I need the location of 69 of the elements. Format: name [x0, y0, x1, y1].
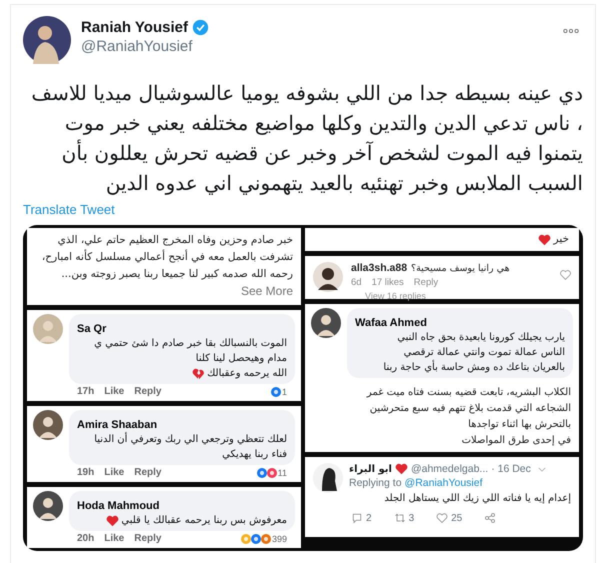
comment-time: 17h: [77, 386, 94, 397]
like-count: 25: [451, 512, 462, 524]
reply-count: 2: [366, 512, 372, 524]
reply-link[interactable]: Reply: [414, 277, 438, 288]
reaction-icon: [240, 534, 251, 544]
broken-heart-icon: [192, 368, 206, 380]
translate-link[interactable]: Translate Tweet: [23, 202, 115, 217]
reply-link[interactable]: Reply: [134, 533, 162, 544]
see-more-link[interactable]: See More: [240, 284, 293, 298]
like-link[interactable]: Like: [104, 467, 124, 478]
tweet-text: دي عينه بسيطه جدا من اللي بشوفه يوميا عالسوشيال ميديا للاسف ، ناس تدعي الدين والتدين وكلها مواضيع مختلفه يعني خبر موت يتمنوا فيه الموت لشخص آخر وخبر عن قضيه تحرش يعللون بأن السبب الملابس وخبر تهنئيه بالعيد يتهموني اني عدوه الدين: [30, 80, 583, 197]
heart-icon[interactable]: [560, 270, 571, 280]
heart-icon: [538, 234, 551, 246]
retweet-count: 3: [408, 512, 414, 524]
commenter-name[interactable]: Amira Shaaban: [77, 419, 158, 431]
article-text: الكلاب البشريه، تابعت قضيه بسنت فتاه ميت غمر الشجاعه التي قدمت بلاغ تتهم فيه سبع متحرشين بالتحرش بها اثناء تواجدها في إحدى طرق المواصلات: [366, 386, 571, 448]
reply-handle[interactable]: @ahmedelgab...: [410, 463, 488, 475]
reply-icon[interactable]: [351, 512, 363, 524]
commenter-name[interactable]: Sa Qr: [77, 323, 106, 335]
avatar[interactable]: [33, 410, 63, 440]
retweet-icon[interactable]: [394, 512, 406, 524]
more-icon[interactable]: [563, 28, 579, 34]
reaction-icon: [266, 468, 277, 478]
like-link[interactable]: Like: [104, 386, 124, 397]
reaction-count: 1: [282, 386, 287, 396]
comment-time: 19h: [77, 467, 94, 478]
comment-time: 6d: [351, 277, 362, 288]
like-icon[interactable]: [436, 512, 448, 524]
heart-icon: [106, 514, 120, 526]
replying-label: Replying to: [349, 477, 402, 489]
view-replies-link[interactable]: View 16 replies: [365, 291, 552, 299]
comment-text: لعلك تتعظي وترجعي الي ربك وتعرفي أن الدنيا: [94, 432, 287, 447]
comment-text: الناس عمالة تموت وانتي عمالة ترقصي: [404, 346, 565, 360]
reaction-count: 399: [272, 534, 287, 544]
reply-text: إعدام إيه يا فناته اللي زيك اللي يستاهل الجلد: [383, 493, 571, 504]
reply-date: · 16 Dec: [491, 463, 531, 475]
commenter-name[interactable]: Wafaa Ahmed: [355, 317, 427, 329]
avatar[interactable]: [313, 463, 343, 493]
avatar[interactable]: [33, 491, 63, 521]
like-link[interactable]: Like: [104, 533, 124, 544]
comment-time: 20h: [77, 533, 94, 544]
comment-text: هي رانيا يوسف مسيحية؟: [411, 262, 510, 274]
avatar[interactable]: [313, 262, 343, 292]
reply-link[interactable]: Reply: [134, 386, 162, 397]
author-name[interactable]: Raniah Yousief: [81, 19, 188, 36]
share-icon[interactable]: [484, 512, 496, 524]
heart-icon: [394, 463, 408, 475]
like-count: 17 likes: [372, 277, 404, 288]
avatar[interactable]: [311, 308, 341, 338]
avatar[interactable]: [23, 16, 71, 64]
comment-text: يارب يجيلك كورونا يابعيدة بحق جاه النبي: [397, 331, 565, 345]
reaction-count: 11: [278, 468, 287, 478]
post-text: خير: [554, 232, 569, 247]
comment-text: الله يرحمه وعقبالك: [207, 367, 287, 381]
author-handle[interactable]: @RaniahYousief: [81, 38, 209, 55]
comment-text: الموت بالنسبالك بقا خبر صادم دا شئ حتمي ي: [94, 337, 287, 351]
comment-text: معرفوش بس ربنا يرحمه عقبالك يا قلبي: [121, 514, 287, 528]
reply-author-name[interactable]: ابو البراء: [349, 464, 392, 474]
reaction-icon: [260, 534, 271, 544]
comment-text: مدام وهيحصل لينا كلنا: [196, 352, 287, 366]
mention-link[interactable]: @RaniahYousief: [404, 477, 483, 489]
reply-link[interactable]: Reply: [134, 467, 162, 478]
comment-text: بالعريان بتاعك ده ومش حاسة بأي حاجة ربنا: [383, 360, 565, 375]
comment-text: فناء ربنا يهديكي: [222, 448, 287, 462]
reaction-icon: [270, 386, 281, 396]
commenter-name[interactable]: Hoda Mahmoud: [77, 500, 160, 512]
commenter-name[interactable]: alla3sh.a88: [351, 262, 408, 274]
reaction-icon: [250, 534, 261, 544]
reaction-icon: [256, 468, 267, 478]
